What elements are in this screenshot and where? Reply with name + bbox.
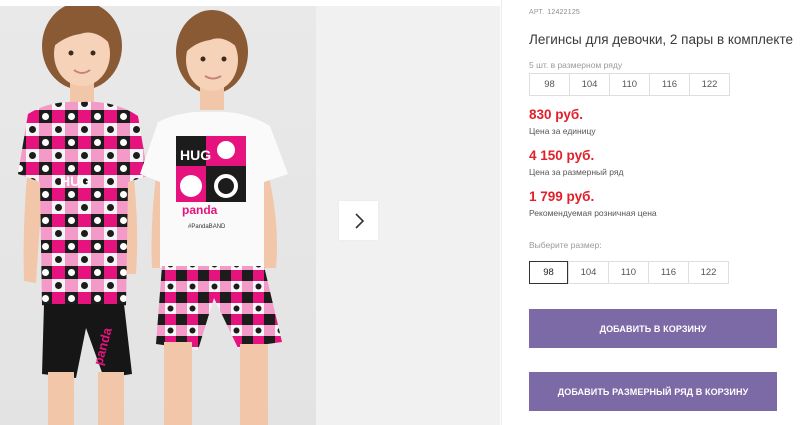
row-size-item: 116	[649, 73, 690, 96]
unit-price: 830 руб.	[529, 107, 583, 122]
article-label: АРТ.	[529, 9, 545, 16]
row-price: 4 150 руб.	[529, 148, 595, 163]
size-option-104[interactable]: 104	[568, 261, 609, 284]
gallery-next-button[interactable]	[339, 201, 378, 240]
divider	[501, 0, 502, 425]
row-sizes: 98 104 110 116 122	[529, 73, 730, 96]
add-to-cart-button[interactable]: ДОБАВИТЬ В КОРЗИНУ	[529, 309, 777, 348]
article-value: 12422125	[547, 9, 581, 16]
row-price-label: Цена за размерный ряд	[529, 167, 624, 177]
retail-price: 1 799 руб.	[529, 189, 595, 204]
row-size-item: 110	[609, 73, 650, 96]
article-number: АРТ. 12422125	[529, 9, 580, 16]
row-sizes-label: 5 шт. в размерном ряду	[529, 60, 623, 70]
size-option-110[interactable]: 110	[608, 261, 649, 284]
size-select-label: Выберите размер:	[529, 240, 602, 250]
product-gallery: HUG panda HUG panda #PandaBAND	[0, 6, 500, 425]
unit-price-label: Цена за единицу	[529, 126, 596, 136]
product-title: Легинсы для девочки, 2 пары в комплекте	[529, 32, 794, 47]
print-text: #PandaBAND	[188, 224, 226, 230]
size-option-98[interactable]: 98	[529, 261, 568, 284]
row-size-item: 98	[529, 73, 570, 96]
add-row-to-cart-button[interactable]: ДОБАВИТЬ РАЗМЕРНЫЙ РЯД В КОРЗИНУ	[529, 372, 777, 411]
print-text: panda	[182, 203, 218, 217]
product-photo-illustration: HUG panda HUG panda #PandaBAND	[18, 6, 288, 425]
size-option-122[interactable]: 122	[688, 261, 729, 284]
chevron-right-icon	[354, 212, 364, 229]
retail-price-label: Рекомендуемая розничная цена	[529, 208, 657, 218]
row-size-item: 104	[569, 73, 610, 96]
print-text: HUG	[180, 147, 211, 163]
size-option-116[interactable]: 116	[648, 261, 689, 284]
row-size-item: 122	[689, 73, 730, 96]
print-text: HUG	[60, 173, 91, 189]
size-selector: 98 104 110 116 122	[529, 261, 729, 284]
product-photo[interactable]: HUG panda HUG panda #PandaBAND	[0, 6, 316, 425]
